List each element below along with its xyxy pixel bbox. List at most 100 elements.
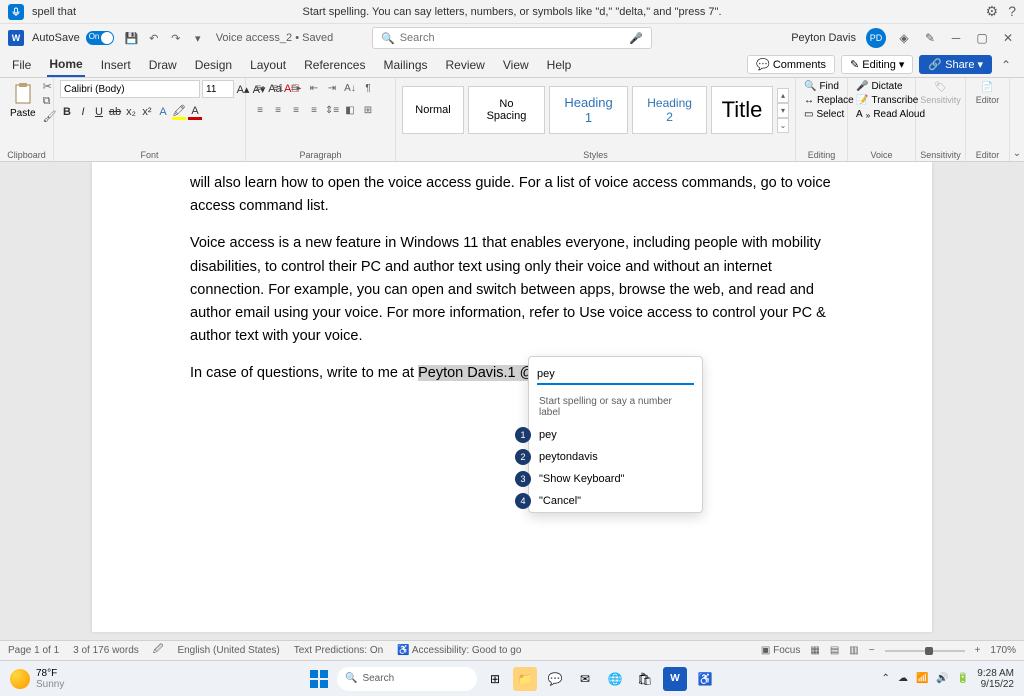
- tray-battery-icon[interactable]: 🔋: [957, 673, 969, 684]
- subscript-button[interactable]: x₂: [124, 104, 138, 120]
- word-app-icon[interactable]: W: [8, 30, 24, 46]
- spell-option-3[interactable]: 3"Show Keyboard": [529, 468, 702, 490]
- user-avatar[interactable]: PD: [866, 28, 886, 48]
- styles-gallery-arrows[interactable]: ▴▾⌄: [777, 88, 789, 133]
- document-scroll-area[interactable]: will also learn how to open the voice ac…: [0, 162, 1024, 640]
- document-page[interactable]: will also learn how to open the voice ac…: [92, 162, 932, 632]
- focus-button[interactable]: ▣ Focus: [761, 645, 800, 656]
- view-print-icon[interactable]: ▦: [810, 645, 819, 656]
- borders-icon[interactable]: ⊞: [360, 102, 376, 118]
- tray-chevron-icon[interactable]: ⌃: [882, 673, 890, 684]
- mail-icon[interactable]: ✉: [573, 667, 597, 691]
- tab-view[interactable]: View: [501, 54, 531, 76]
- close-button[interactable]: ✕: [1000, 30, 1016, 46]
- tab-draw[interactable]: Draw: [147, 54, 179, 76]
- accessibility-icon[interactable]: ♿: [693, 667, 717, 691]
- weather-widget[interactable]: 78°FSunny: [10, 668, 64, 690]
- share-button[interactable]: 🔗 Share ▾: [919, 55, 992, 74]
- style-heading2[interactable]: Heading 2: [632, 86, 707, 134]
- autosave-toggle[interactable]: AutoSave On: [32, 31, 114, 45]
- tray-date[interactable]: 9/15/22: [977, 679, 1014, 690]
- user-name[interactable]: Peyton Davis: [791, 32, 856, 44]
- style-normal[interactable]: Normal: [402, 86, 464, 134]
- select-button[interactable]: ▭ Select: [802, 108, 841, 121]
- word-taskbar-icon[interactable]: W: [663, 667, 687, 691]
- text-effects-icon[interactable]: A: [156, 104, 170, 120]
- redo-icon[interactable]: ↷: [168, 30, 184, 46]
- collapse-ribbon-icon[interactable]: ⌃: [998, 57, 1014, 73]
- justify-icon[interactable]: ≡: [306, 102, 322, 118]
- task-view-icon[interactable]: ⊞: [483, 667, 507, 691]
- font-color-icon[interactable]: A: [188, 104, 202, 120]
- strikethrough-button[interactable]: ab: [108, 104, 122, 120]
- editing-mode-button[interactable]: ✎ Editing ▾: [841, 55, 913, 74]
- minimize-button[interactable]: ─: [948, 30, 964, 46]
- diamond-icon[interactable]: ◈: [896, 30, 912, 46]
- explorer-icon[interactable]: 📁: [513, 667, 537, 691]
- align-right-icon[interactable]: ≡: [288, 102, 304, 118]
- line-spacing-icon[interactable]: ⇕≡: [324, 102, 340, 118]
- zoom-out-button[interactable]: −: [869, 645, 875, 656]
- comments-button[interactable]: 💬 Comments: [747, 55, 835, 74]
- toggle-switch[interactable]: On: [86, 31, 114, 45]
- text-predictions-status[interactable]: Text Predictions: On: [294, 645, 383, 656]
- italic-button[interactable]: I: [76, 104, 90, 120]
- font-size-select[interactable]: [202, 80, 234, 98]
- tab-design[interactable]: Design: [193, 54, 234, 76]
- zoom-slider[interactable]: [885, 650, 965, 652]
- search-input[interactable]: [400, 32, 630, 44]
- read-aloud-button[interactable]: A» Read Aloud: [854, 108, 909, 121]
- style-nospacing[interactable]: No Spacing: [468, 86, 545, 134]
- replace-button[interactable]: ↔ Replace: [802, 94, 841, 107]
- accessibility-status[interactable]: ♿ Accessibility: Good to go: [397, 645, 521, 656]
- undo-icon[interactable]: ↶: [146, 30, 162, 46]
- microphone-icon[interactable]: [8, 4, 24, 20]
- chat-icon[interactable]: 💬: [543, 667, 567, 691]
- spell-option-1[interactable]: 1pey: [529, 424, 702, 446]
- pen-icon[interactable]: ✎: [922, 30, 938, 46]
- tab-layout[interactable]: Layout: [248, 54, 288, 76]
- start-button[interactable]: [307, 667, 331, 691]
- tab-insert[interactable]: Insert: [99, 54, 133, 76]
- dictate-button[interactable]: 🎤 Dictate: [854, 80, 909, 93]
- tray-time[interactable]: 9:28 AM: [977, 668, 1014, 679]
- tab-home[interactable]: Home: [47, 53, 84, 77]
- qat-dropdown-icon[interactable]: ▾: [190, 30, 206, 46]
- maximize-button[interactable]: ▢: [974, 30, 990, 46]
- tab-review[interactable]: Review: [444, 54, 487, 76]
- bold-button[interactable]: B: [60, 104, 74, 120]
- sort-icon[interactable]: A↓: [342, 80, 358, 96]
- outdent-icon[interactable]: ⇤: [306, 80, 322, 96]
- tray-volume-icon[interactable]: 🔊: [936, 673, 948, 684]
- show-marks-icon[interactable]: ¶: [360, 80, 376, 96]
- tab-mailings[interactable]: Mailings: [381, 54, 429, 76]
- superscript-button[interactable]: x²: [140, 104, 154, 120]
- indent-icon[interactable]: ⇥: [324, 80, 340, 96]
- document-name[interactable]: Voice access_2 • Saved: [216, 32, 334, 44]
- zoom-level[interactable]: 170%: [990, 645, 1016, 656]
- align-center-icon[interactable]: ≡: [270, 102, 286, 118]
- view-web-icon[interactable]: ▥: [849, 645, 858, 656]
- shading-icon[interactable]: ◧: [342, 102, 358, 118]
- view-read-icon[interactable]: ▤: [830, 645, 839, 656]
- multilevel-icon[interactable]: ≡▸: [288, 80, 304, 96]
- tray-cloud-icon[interactable]: ☁: [898, 673, 908, 684]
- spell-option-2[interactable]: 2peytondavis: [529, 446, 702, 468]
- page-count[interactable]: Page 1 of 1: [8, 645, 59, 656]
- zoom-in-button[interactable]: +: [975, 645, 981, 656]
- word-count[interactable]: 3 of 176 words: [73, 645, 139, 656]
- font-name-select[interactable]: [60, 80, 200, 98]
- paste-button[interactable]: Paste: [6, 80, 40, 121]
- ribbon-collapse-icon[interactable]: ⌄: [1013, 148, 1021, 159]
- underline-button[interactable]: U: [92, 104, 106, 120]
- highlight-icon[interactable]: 🖍: [172, 104, 186, 120]
- find-button[interactable]: 🔍 Find: [802, 80, 841, 93]
- spell-check-icon[interactable]: 🖉: [153, 642, 164, 659]
- language-status[interactable]: English (United States): [177, 645, 279, 656]
- tab-references[interactable]: References: [302, 54, 367, 76]
- paragraph-2[interactable]: Voice access is a new feature in Windows…: [190, 232, 834, 348]
- transcribe-button[interactable]: 📝 Transcribe: [854, 94, 909, 107]
- settings-icon[interactable]: ⚙: [986, 3, 999, 20]
- spell-option-4[interactable]: 4"Cancel": [529, 490, 702, 512]
- numbering-icon[interactable]: ≡1: [270, 80, 286, 96]
